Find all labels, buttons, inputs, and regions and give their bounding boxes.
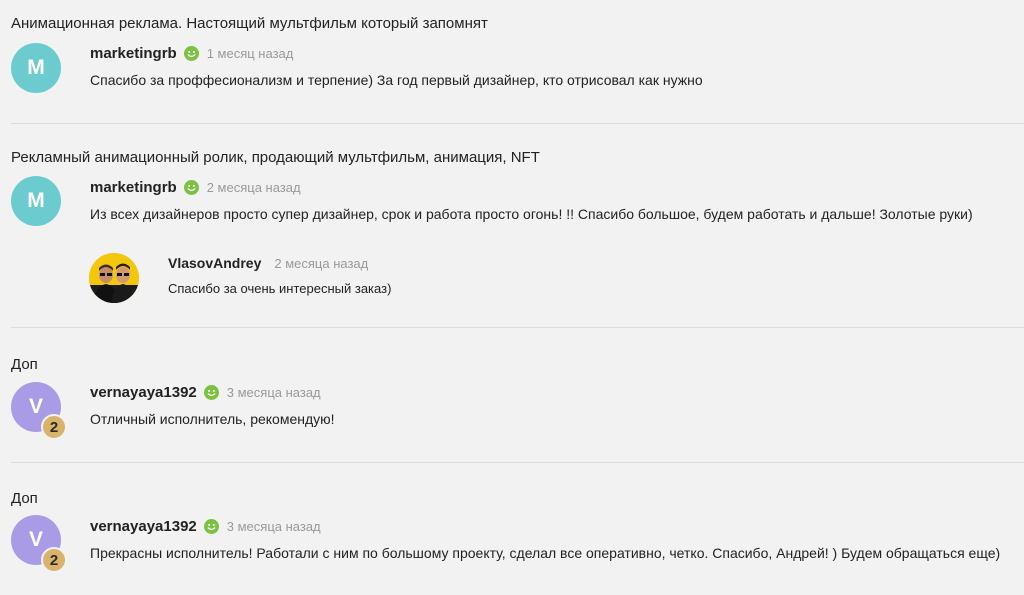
comment-text: Отличный исполнитель, рекомендую! <box>90 411 335 427</box>
reviews-page: Анимационная реклама. Настоящий мультфил… <box>0 0 1024 595</box>
username[interactable]: vernayaya1392 <box>90 384 197 401</box>
reply-time: 2 месяца назад <box>274 255 369 271</box>
comment-meta: marketingrb 2 месяца назад <box>90 179 301 196</box>
username[interactable]: marketingrb <box>90 45 177 62</box>
username[interactable]: vernayaya1392 <box>90 518 197 535</box>
divider <box>11 327 1024 328</box>
comment-meta: marketingrb 1 месяц назад <box>90 45 293 62</box>
smile-icon <box>203 385 219 400</box>
comment-text: Из всех дизайнеров просто супер дизайнер… <box>90 206 973 222</box>
comment-text: Прекрасны исполнитель! Работали с ним по… <box>90 545 1001 561</box>
comment-time: 2 месяца назад <box>206 180 301 195</box>
divider <box>11 123 1024 124</box>
reply-username[interactable]: VlasovAndrey <box>168 255 261 271</box>
comment-text: Спасибо за проффесионализм и терпение) З… <box>90 72 703 88</box>
comment-time: 3 месяца назад <box>226 519 321 534</box>
avatar[interactable]: M <box>11 43 61 93</box>
reply-text: Спасибо за очень интересный заказ) <box>168 281 392 296</box>
comment-meta: vernayaya1392 3 месяца назад <box>90 518 321 535</box>
divider <box>11 462 1024 463</box>
smile-icon <box>183 180 199 195</box>
comment-time: 1 месяц назад <box>206 46 294 61</box>
avatar[interactable]: M <box>11 176 61 226</box>
review-title[interactable]: Доп <box>11 490 38 507</box>
reply-meta: VlasovAndrey 2 месяца назад <box>168 255 368 271</box>
review-title[interactable]: Доп <box>11 356 38 373</box>
level-badge: 2 <box>41 547 67 573</box>
review-title[interactable]: Рекламный анимационный ролик, продающий … <box>11 149 540 166</box>
comment-meta: vernayaya1392 3 месяца назад <box>90 384 321 401</box>
smile-icon <box>203 519 219 534</box>
seller-avatar-photo[interactable] <box>89 253 139 303</box>
username[interactable]: marketingrb <box>90 179 177 196</box>
smile-icon <box>183 46 199 61</box>
level-badge: 2 <box>41 414 67 440</box>
comment-time: 3 месяца назад <box>226 385 321 400</box>
seller-photo-icon <box>89 253 139 303</box>
review-title[interactable]: Анимационная реклама. Настоящий мультфил… <box>11 15 488 32</box>
